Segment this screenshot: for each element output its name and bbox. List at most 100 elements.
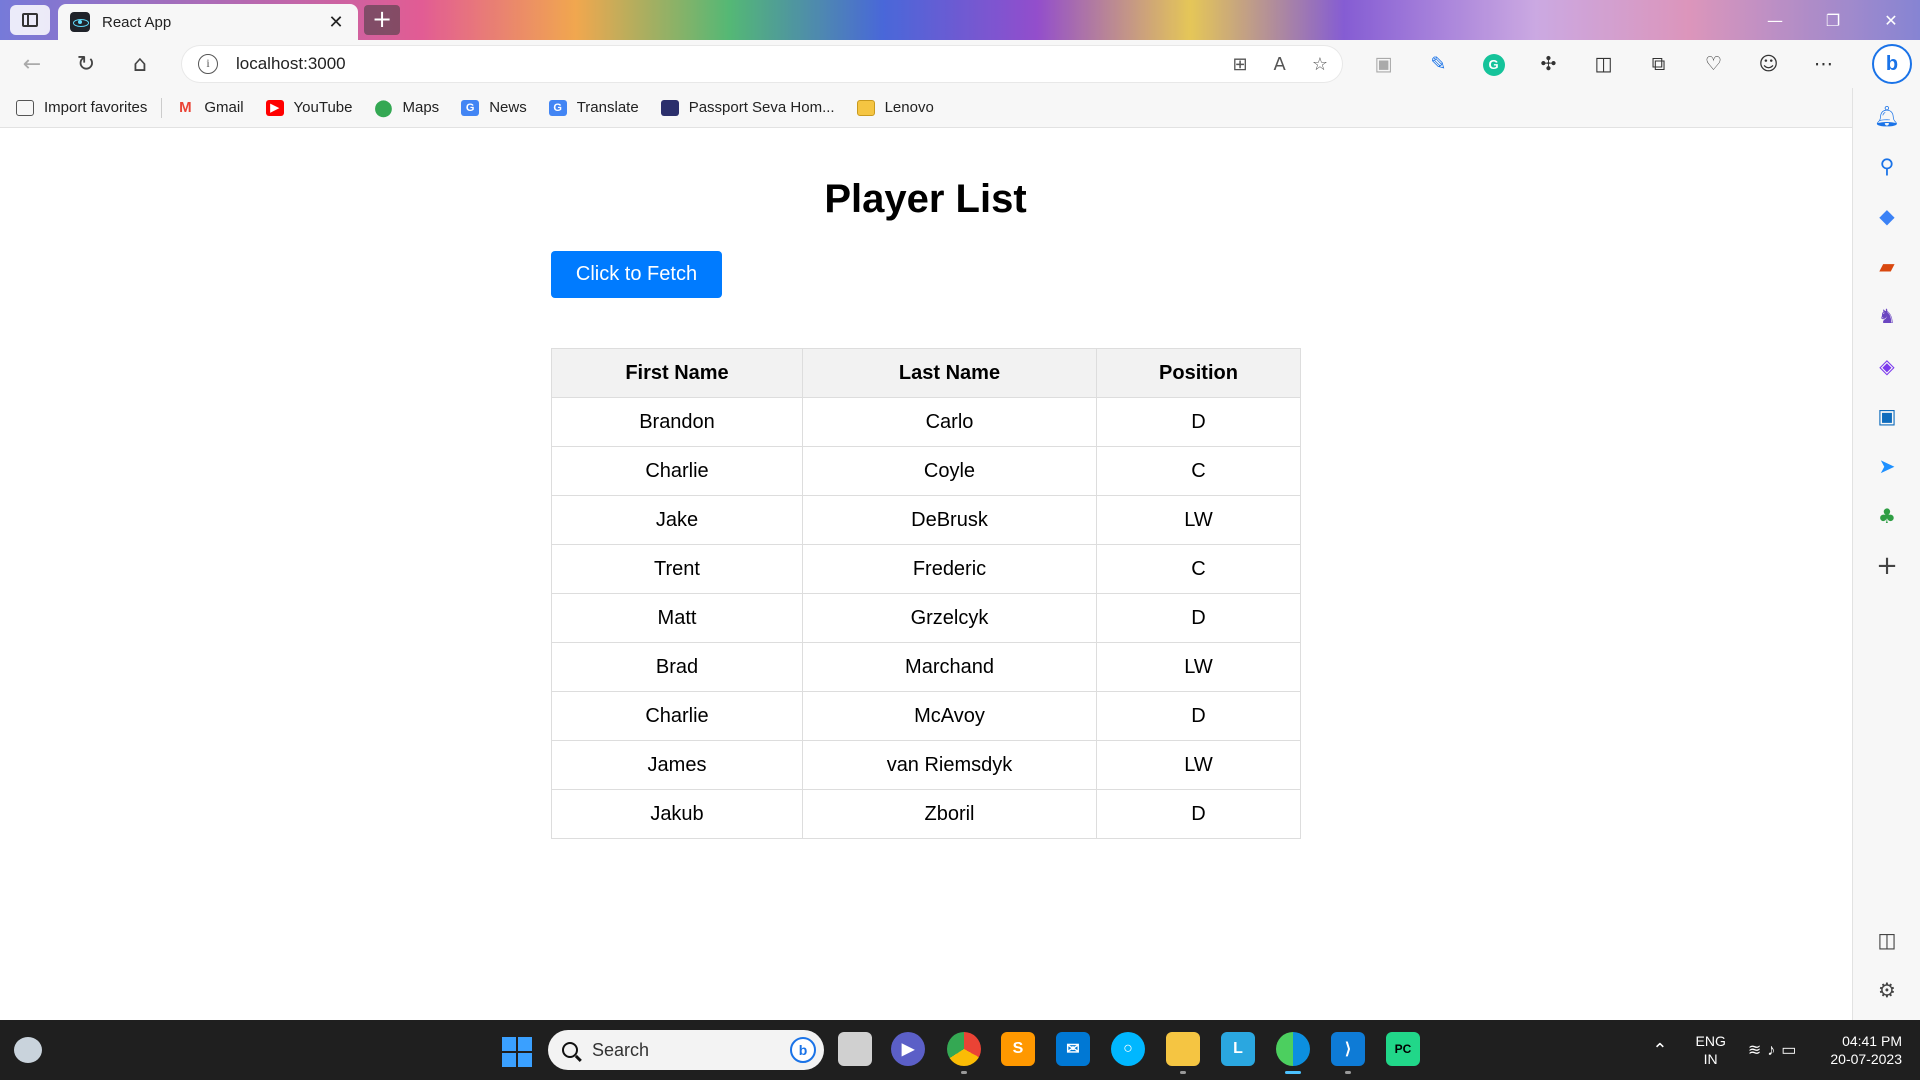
favorite-label: Lenovo <box>884 99 934 116</box>
favorite-news[interactable]: G News <box>461 99 527 116</box>
cell-last-name: Frederic <box>802 544 1097 594</box>
site-info-icon[interactable]: i <box>198 54 218 74</box>
cell-first-name: James <box>551 740 803 790</box>
favorite-passport-seva[interactable]: Passport Seva Hom... <box>660 99 835 116</box>
copilot-bing-icon[interactable]: b <box>1872 44 1912 84</box>
address-url[interactable]: localhost:3000 <box>236 54 346 74</box>
edge-browser-icon[interactable] <box>1276 1032 1310 1074</box>
windows-start-button[interactable] <box>502 1037 532 1067</box>
favorites-bar: Import favorites M Gmail ▶ YouTube ⬤ Map… <box>0 88 1852 128</box>
back-button[interactable]: ← <box>10 46 54 82</box>
file-explorer-icon[interactable] <box>1166 1032 1200 1074</box>
gmail-icon: M <box>179 99 192 116</box>
browser-title-bar: React App ✕ + — ❐ ✕ <box>0 0 1920 40</box>
vscode-icon[interactable]: ⟩ <box>1331 1032 1365 1074</box>
notifications-bell-icon[interactable]: 🔔︎ <box>1853 96 1920 136</box>
system-tray: ⌃ ENG IN ≋♪▭ 04:41 PM 20-07-2023 <box>1652 1020 1920 1080</box>
browser-essentials-icon[interactable]: ♡ <box>1686 53 1741 75</box>
maps-icon: ⬤ <box>374 99 393 117</box>
web-page: Player List Click to Fetch First Name La… <box>0 129 1851 1020</box>
favorite-translate[interactable]: G Translate <box>548 99 639 116</box>
search-icon[interactable]: ⚲ <box>1853 146 1920 186</box>
microsoft-365-icon[interactable]: ◈ <box>1853 346 1920 386</box>
outlook-icon[interactable]: ▣ <box>1853 396 1920 436</box>
tools-briefcase-icon[interactable]: ▰ <box>1853 246 1920 286</box>
tab-actions-button[interactable] <box>10 5 50 35</box>
mail-icon[interactable]: ✉ <box>1056 1032 1090 1066</box>
tab-close-button[interactable]: ✕ <box>326 12 346 33</box>
translate-icon: G <box>548 99 567 116</box>
import-favorites-icon <box>16 99 34 116</box>
lenovo-vantage-icon[interactable]: L <box>1221 1032 1255 1066</box>
cell-last-name: Carlo <box>802 397 1097 447</box>
favorite-label: Maps <box>402 99 440 116</box>
sidebar-settings-gear-icon[interactable]: ⚙ <box>1853 970 1920 1010</box>
browser-extensions: ▣ ✎ G ✣ ◫ ⧉ ♡ ☺ ⋯ <box>1356 46 1851 82</box>
collections-ext-icon[interactable]: ▣ <box>1356 53 1411 75</box>
favorite-maps[interactable]: ⬤ Maps <box>374 99 440 117</box>
more-menu-icon[interactable]: ⋯ <box>1796 53 1851 75</box>
browser-tab-active[interactable]: React App ✕ <box>58 4 358 40</box>
favorite-lenovo-folder[interactable]: Lenovo <box>856 99 934 116</box>
add-sidebar-app-icon[interactable]: + <box>1853 546 1920 586</box>
taskbar-clock[interactable]: 04:41 PM 20-07-2023 <box>1830 1032 1902 1068</box>
favorite-youtube[interactable]: ▶ YouTube <box>265 99 353 116</box>
edge-sidebar: 🔔︎ ⚲ ◆ ▰ ♞ ◈ ▣ ➤ ♣ + ◫ ⚙ <box>1852 88 1920 1020</box>
taskbar-search-box[interactable]: Search b <box>548 1030 824 1070</box>
weather-widget-icon[interactable] <box>14 1037 42 1063</box>
tree-icon[interactable]: ♣ <box>1853 496 1920 536</box>
read-aloud-icon[interactable]: A <box>1274 54 1286 75</box>
favorite-label: YouTube <box>293 99 353 116</box>
cell-position: D <box>1096 397 1301 447</box>
drop-send-icon[interactable]: ➤ <box>1853 446 1920 486</box>
cell-first-name: Matt <box>551 593 803 643</box>
new-tab-button[interactable]: + <box>364 5 400 35</box>
games-chess-icon[interactable]: ♞ <box>1853 296 1920 336</box>
column-header-position: Position <box>1096 348 1301 398</box>
hide-sidebar-icon[interactable]: ◫ <box>1853 920 1920 960</box>
profile-avatar-icon[interactable]: ☺ <box>1741 53 1796 75</box>
sublime-text-icon[interactable]: S <box>1001 1032 1035 1066</box>
alexa-icon[interactable]: ○ <box>1111 1032 1145 1066</box>
restore-button[interactable]: ❐ <box>1804 0 1862 40</box>
shopping-tag-icon[interactable]: ◆ <box>1853 196 1920 236</box>
chrome-icon[interactable] <box>947 1032 981 1074</box>
refresh-button[interactable]: ↻ <box>64 46 108 82</box>
bing-search-icon[interactable]: b <box>790 1037 816 1063</box>
cell-first-name: Trent <box>551 544 803 594</box>
app-available-icon[interactable]: ⊞ <box>1232 54 1247 75</box>
split-screen-icon[interactable]: ◫ <box>1576 53 1631 75</box>
input-language-indicator[interactable]: ENG IN <box>1696 1032 1726 1068</box>
show-hidden-icons-chevron-icon[interactable]: ⌃ <box>1652 1040 1667 1061</box>
cell-first-name: Jakub <box>551 789 803 839</box>
pycharm-icon[interactable]: PC <box>1386 1032 1420 1066</box>
pen-ext-icon[interactable]: ✎ <box>1411 53 1466 75</box>
folder-icon <box>856 99 875 116</box>
favorite-star-icon[interactable]: ☆ <box>1312 54 1328 75</box>
minimize-button[interactable]: — <box>1746 0 1804 40</box>
fetch-players-button[interactable]: Click to Fetch <box>551 251 722 298</box>
column-header-first-name: First Name <box>551 348 803 398</box>
table-row: Brad Marchand LW <box>551 642 1301 692</box>
tab-title: React App <box>102 13 172 31</box>
extensions-icon[interactable]: ✣ <box>1521 53 1576 75</box>
column-header-last-name: Last Name <box>802 348 1097 398</box>
teams-chat-icon[interactable]: ▶ <box>891 1032 925 1066</box>
address-bar[interactable]: i localhost:3000 ⊞ A ☆ <box>182 46 1342 82</box>
home-button[interactable]: ⌂ <box>118 46 162 82</box>
cell-position: LW <box>1096 642 1301 692</box>
grammarly-icon[interactable]: G <box>1466 52 1521 76</box>
react-favicon-icon <box>70 12 90 32</box>
favorite-gmail[interactable]: M Gmail <box>176 99 243 116</box>
table-row: Trent Frederic C <box>551 544 1301 594</box>
clock-time: 04:41 PM <box>1842 1033 1902 1049</box>
cell-first-name: Charlie <box>551 691 803 741</box>
task-view-icon[interactable] <box>838 1032 872 1066</box>
collections-icon[interactable]: ⧉ <box>1631 53 1686 75</box>
table-row: Jake DeBrusk LW <box>551 495 1301 545</box>
close-window-button[interactable]: ✕ <box>1862 0 1920 40</box>
network-volume-battery-icons[interactable]: ≋♪▭ <box>1748 1040 1803 1060</box>
youtube-icon: ▶ <box>265 99 284 116</box>
favorite-import[interactable]: Import favorites <box>16 99 147 116</box>
cell-first-name: Brandon <box>551 397 803 447</box>
